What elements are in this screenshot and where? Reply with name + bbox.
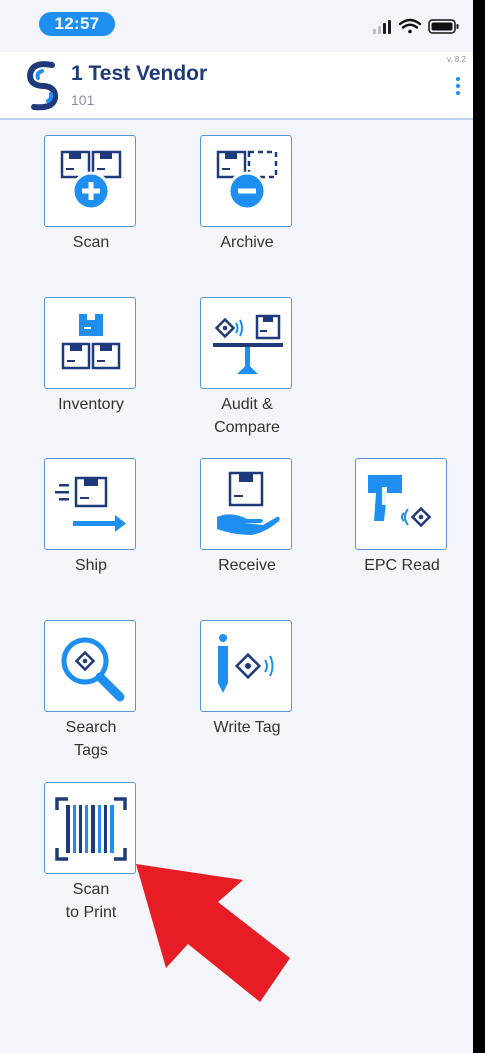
- status-time: 12:57: [39, 12, 115, 36]
- tile-label: Write Tag: [213, 719, 281, 736]
- wifi-icon: [398, 18, 422, 34]
- archive-remove-box-icon: [216, 150, 278, 211]
- tile-label: Inventory: [58, 396, 124, 413]
- tile-label: Archive: [220, 234, 274, 251]
- search-tag-magnifier-icon: [61, 637, 125, 702]
- epc-reader-gun-icon: [368, 475, 432, 528]
- status-icons: [373, 18, 459, 34]
- app-screen: 12:57 1 Test Vendor 101 v. 8.2 Scan Arch…: [0, 0, 473, 1053]
- inventory-stacked-boxes-icon: [61, 314, 121, 370]
- ship-box-arrow-icon: [55, 476, 126, 532]
- app-version: v. 8.2: [447, 55, 466, 64]
- pointer-arrow-icon: [136, 864, 290, 1002]
- scan-add-boxes-icon: [60, 150, 122, 211]
- battery-icon: [428, 19, 459, 34]
- tile-label: EPC Read: [364, 557, 440, 574]
- audit-scale-icon: [213, 314, 283, 374]
- vendor-name: 1 Test Vendor: [71, 62, 208, 85]
- barcode-scan-icon: [55, 797, 127, 861]
- write-tag-pen-icon: [218, 634, 274, 693]
- tile-label: Search Tags: [65, 719, 117, 759]
- more-menu-button[interactable]: [448, 72, 468, 100]
- tile-label: Receive: [218, 557, 276, 574]
- signal-icon: [373, 20, 391, 34]
- app-logo-icon: [26, 61, 59, 111]
- tile-label: Ship: [74, 557, 108, 574]
- receive-box-hand-icon: [217, 471, 280, 535]
- tile-label: Audit & Compare: [214, 396, 280, 436]
- status-bar: 12:57: [0, 0, 473, 50]
- tile-label: Scan: [72, 234, 110, 251]
- vendor-code: 101: [71, 92, 95, 108]
- app-header: 1 Test Vendor 101 v. 8.2: [0, 52, 473, 120]
- more-vertical-icon: [456, 77, 460, 81]
